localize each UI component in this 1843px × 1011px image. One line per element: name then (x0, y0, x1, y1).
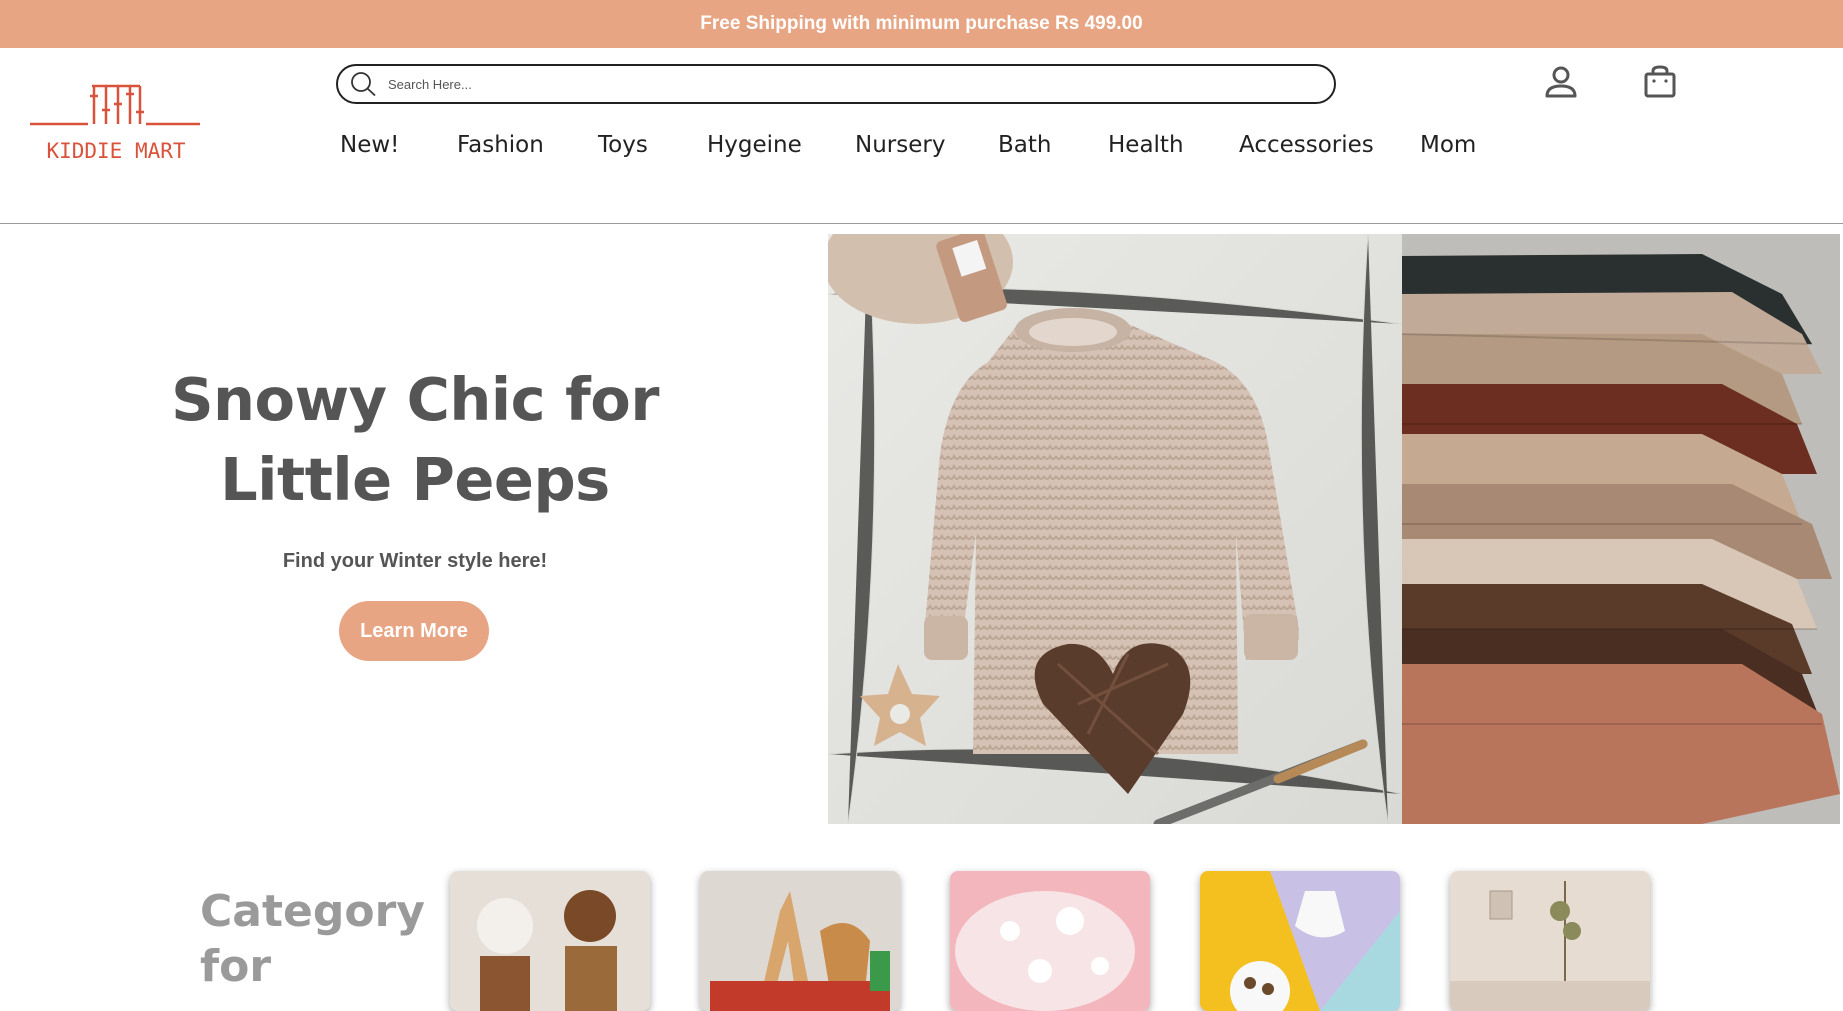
nav-mom[interactable]: Mom (1420, 132, 1476, 158)
search-input[interactable] (386, 75, 1290, 93)
hero-subtitle: Find your Winter style here! (282, 550, 548, 572)
site-logo[interactable]: KIDDIE MART (28, 80, 204, 172)
category-title: Category for (200, 884, 440, 994)
nav-new[interactable]: New! (340, 132, 399, 158)
category-card-bath[interactable] (1450, 871, 1650, 1011)
nav-fashion[interactable]: Fashion (457, 132, 544, 158)
category-card-toys[interactable] (700, 871, 900, 1011)
category-title-line2: for (200, 941, 272, 992)
nav-hygeine[interactable]: Hygeine (707, 132, 802, 158)
hero-image-sweater (828, 234, 1402, 824)
logo-text: KIDDIE MART (46, 139, 185, 163)
logo-mark-icon: KIDDIE MART (30, 84, 200, 163)
promo-text: Free Shipping with minimum purchase Rs 4… (700, 13, 1143, 34)
hero-title-line1: Snowy Chic for (171, 365, 659, 434)
hero-title: Snowy Chic for Little Peeps (150, 360, 680, 520)
promo-banner: Free Shipping with minimum purchase Rs 4… (0, 0, 1843, 48)
nav-health[interactable]: Health (1108, 132, 1184, 158)
user-icon[interactable] (1541, 62, 1581, 102)
nav-accessories[interactable]: Accessories (1239, 132, 1374, 158)
shopping-bag-icon[interactable] (1640, 62, 1680, 102)
nav-nursery[interactable]: Nursery (855, 132, 945, 158)
learn-more-button[interactable]: Learn More (339, 601, 489, 661)
category-card-nursery[interactable] (1200, 871, 1400, 1011)
category-title-line1: Category (200, 886, 425, 937)
category-card-fashion[interactable] (450, 871, 650, 1011)
nav-toys[interactable]: Toys (598, 132, 648, 158)
category-card-hygeine[interactable] (950, 871, 1150, 1011)
nav-bath[interactable]: Bath (998, 132, 1051, 158)
search-icon[interactable] (346, 69, 380, 99)
site-header: KIDDIE MART New! Fashion Toys Hygeine Nu (0, 48, 1843, 224)
search-bar[interactable] (336, 64, 1336, 104)
hero-title-line2: Little Peeps (220, 445, 610, 514)
hero-image-sweater-stack (1402, 234, 1840, 824)
